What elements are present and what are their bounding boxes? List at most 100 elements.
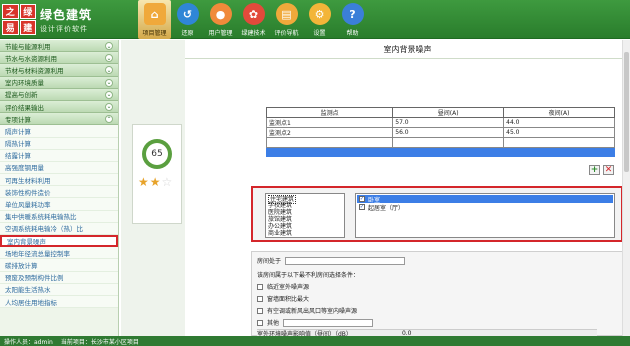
- sidebar-item[interactable]: 单位风量耗功率: [0, 198, 118, 211]
- top-banner: 之 绿 易 建 绿色建筑 设计评价软件 ⌂ 项目管理 ↺ 还原 ● 用户管理 ✿…: [0, 0, 630, 39]
- chevron-up-icon[interactable]: ⌃: [105, 115, 113, 124]
- table-cell[interactable]: 44.0: [503, 117, 615, 128]
- table-cell[interactable]: 监测点2: [265, 127, 394, 138]
- table-row[interactable]: 监测点2 56.0 45.0: [265, 127, 615, 138]
- column-header: 昼间(A): [392, 107, 505, 118]
- list-item[interactable]: 学校建筑: [268, 202, 342, 209]
- table-cell[interactable]: [503, 146, 615, 157]
- sidebar-category[interactable]: 室内环境质量 ⌄: [0, 76, 118, 89]
- list-item[interactable]: 商业建筑: [268, 230, 342, 237]
- checkbox[interactable]: [257, 319, 263, 326]
- room-item[interactable]: ✓ 起居室（厅）: [357, 203, 613, 212]
- room-list[interactable]: ✓ 卧室 ✓ 起居室（厅）: [355, 193, 615, 238]
- sidebar-item-indoor-noise[interactable]: 室内背景噪声: [0, 235, 118, 248]
- chevron-down-icon[interactable]: ⌄: [105, 54, 113, 63]
- table-cell[interactable]: [392, 146, 505, 157]
- home-icon: ⌂: [143, 3, 166, 25]
- category-label: 提高与创新: [5, 91, 38, 100]
- option-row[interactable]: 窗墙面积比最大: [257, 294, 309, 303]
- nav-green-tech[interactable]: ✿ 绿建技术: [237, 0, 270, 39]
- chevron-down-icon[interactable]: ⌄: [105, 78, 113, 87]
- category-label: 节能与能源利用: [5, 42, 51, 51]
- nav-label: 评价导航: [274, 30, 299, 37]
- status-operator: 操作人员：admin: [4, 338, 53, 346]
- sidebar-item[interactable]: 碳排放计算: [0, 259, 118, 272]
- column-header: 夜间(A): [503, 107, 615, 118]
- sidebar-item[interactable]: 装饰性构件造价: [0, 186, 118, 199]
- nav-help[interactable]: ? 帮助: [336, 0, 369, 39]
- sidebar-item[interactable]: 隔热计算: [0, 137, 118, 150]
- table-cell[interactable]: 45.0: [503, 127, 615, 138]
- checkbox[interactable]: [257, 307, 263, 314]
- nav-evaluation[interactable]: ▤ 评价导航: [270, 0, 303, 39]
- nav-label: 绿建技术: [241, 30, 266, 37]
- option-label: 临近室外噪声源: [267, 284, 310, 291]
- sidebar-item[interactable]: 结露计算: [0, 149, 118, 162]
- checkbox[interactable]: [257, 283, 263, 290]
- other-input[interactable]: [283, 318, 374, 327]
- option-label: 其他: [267, 320, 280, 327]
- category-label: 节水与水资源利用: [5, 54, 57, 63]
- list-item[interactable]: 办公建筑: [268, 223, 342, 230]
- chevron-down-icon[interactable]: ⌄: [105, 102, 113, 111]
- sidebar-item[interactable]: 隔声计算: [0, 125, 118, 138]
- category-label: 评价结果输出: [5, 103, 44, 112]
- sidebar-item[interactable]: 空调系统耗电输冷（热）比: [0, 222, 118, 235]
- noise-table: 监测点 昼间(A) 夜间(A) 监测点1 57.0 44.0 监测点2 56.0…: [265, 107, 615, 157]
- scrollbar-thumb[interactable]: [624, 52, 629, 172]
- score-ring: 65: [142, 139, 172, 169]
- table-row[interactable]: 监测点1 57.0 44.0: [265, 117, 615, 128]
- nav-undo[interactable]: ↺ 还原: [171, 0, 204, 39]
- content-panel: 监测点 昼间(A) 夜间(A) 监测点1 57.0 44.0 监测点2 56.0…: [185, 59, 630, 338]
- chevron-down-icon[interactable]: ⌄: [105, 42, 113, 50]
- sidebar-category[interactable]: 专项计算 ⌃: [0, 113, 118, 126]
- sidebar-item[interactable]: 预废及预制构件比例: [0, 271, 118, 284]
- table-cell[interactable]: [265, 137, 394, 148]
- sidebar-item[interactable]: 高强度钢用量: [0, 161, 118, 175]
- add-row-button[interactable]: +: [589, 165, 600, 175]
- sidebar-category[interactable]: 节材与材料资源利用 ⌄: [0, 64, 118, 77]
- sidebar-item[interactable]: 集中供暖系统耗电输热比: [0, 210, 118, 223]
- app-logo: 之 绿 易 建: [2, 4, 36, 35]
- nav-user-management[interactable]: ● 用户管理: [204, 0, 237, 39]
- option-row[interactable]: 有空调或新风出风口等室内噪声源: [257, 306, 357, 315]
- table-row[interactable]: [265, 137, 615, 148]
- gear-icon: ⚙: [308, 3, 331, 25]
- sidebar-category[interactable]: 节能与能源利用 ⌄: [0, 40, 118, 53]
- option-label: 有空调或新风出风口等室内噪声源: [267, 308, 358, 315]
- sidebar-item[interactable]: 太阳能生活热水: [0, 283, 118, 296]
- main-area: 室内背景噪声 65 ★★☆ 监测点 昼间(A) 夜间(A) 监测点1 57.0 …: [121, 40, 630, 338]
- option-row[interactable]: 临近室外噪声源: [257, 282, 309, 291]
- sidebar-item[interactable]: 可再生材料利用: [0, 174, 118, 187]
- table-cell[interactable]: [503, 137, 615, 148]
- sidebar-category[interactable]: 提高与创新 ⌄: [0, 88, 118, 101]
- sidebar-item[interactable]: 场地年径流总量控制率: [0, 247, 118, 260]
- logo-char: 绿: [19, 4, 36, 19]
- list-item[interactable]: 医院建筑: [268, 209, 342, 216]
- building-type-list[interactable]: 住宅建筑 学校建筑 医院建筑 旅馆建筑 办公建筑 商业建筑: [265, 193, 345, 238]
- checkbox-checked[interactable]: ✓: [359, 204, 365, 210]
- room-position-input[interactable]: [285, 256, 406, 265]
- chevron-down-icon[interactable]: ⌄: [105, 66, 113, 75]
- star-rating: ★★☆: [138, 175, 173, 189]
- table-cell[interactable]: [265, 146, 394, 157]
- delete-row-button[interactable]: ✕: [603, 165, 614, 175]
- list-item[interactable]: 住宅建筑: [268, 195, 342, 204]
- list-item[interactable]: 旅馆建筑: [268, 216, 342, 223]
- table-cell[interactable]: [392, 137, 505, 148]
- table-cell[interactable]: 56.0: [392, 127, 505, 138]
- table-cell[interactable]: 57.0: [392, 117, 505, 128]
- option-row[interactable]: 其他: [257, 318, 374, 327]
- sidebar-category[interactable]: 节水与水资源利用 ⌄: [0, 52, 118, 65]
- sidebar-item[interactable]: 人均居住用地指标: [0, 295, 118, 309]
- checkbox[interactable]: [257, 295, 263, 302]
- nav-project-management[interactable]: ⌂ 项目管理: [138, 0, 171, 39]
- sidebar-category[interactable]: 评价结果输出 ⌄: [0, 100, 118, 114]
- table-cell[interactable]: 监测点1: [265, 117, 394, 128]
- vertical-scrollbar[interactable]: [622, 40, 630, 336]
- nav-label: 用户管理: [208, 30, 233, 37]
- checkbox-checked[interactable]: ✓: [359, 196, 365, 202]
- nav-settings[interactable]: ⚙ 设置: [303, 0, 336, 39]
- table-row-selected[interactable]: [265, 146, 615, 157]
- chevron-down-icon[interactable]: ⌄: [105, 90, 113, 99]
